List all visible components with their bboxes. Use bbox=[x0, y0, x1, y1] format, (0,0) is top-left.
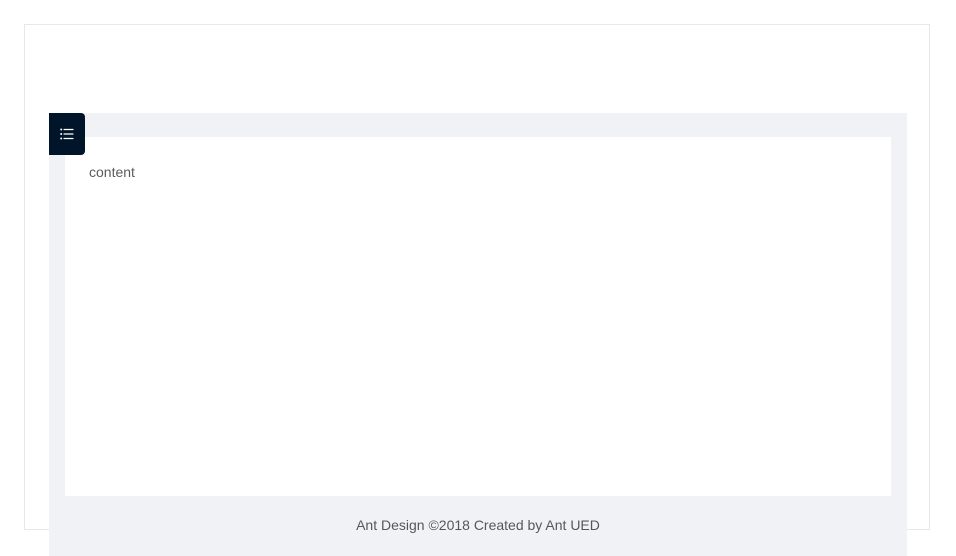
sider-toggle-button[interactable] bbox=[49, 113, 85, 155]
footer: Ant Design ©2018 Created by Ant UED bbox=[49, 496, 907, 556]
content-text: content bbox=[89, 164, 135, 180]
footer-text: Ant Design ©2018 Created by Ant UED bbox=[356, 517, 600, 533]
bars-icon bbox=[60, 127, 74, 141]
layout: content Ant Design ©2018 Created by Ant … bbox=[49, 113, 907, 556]
content-panel: content bbox=[65, 137, 891, 496]
